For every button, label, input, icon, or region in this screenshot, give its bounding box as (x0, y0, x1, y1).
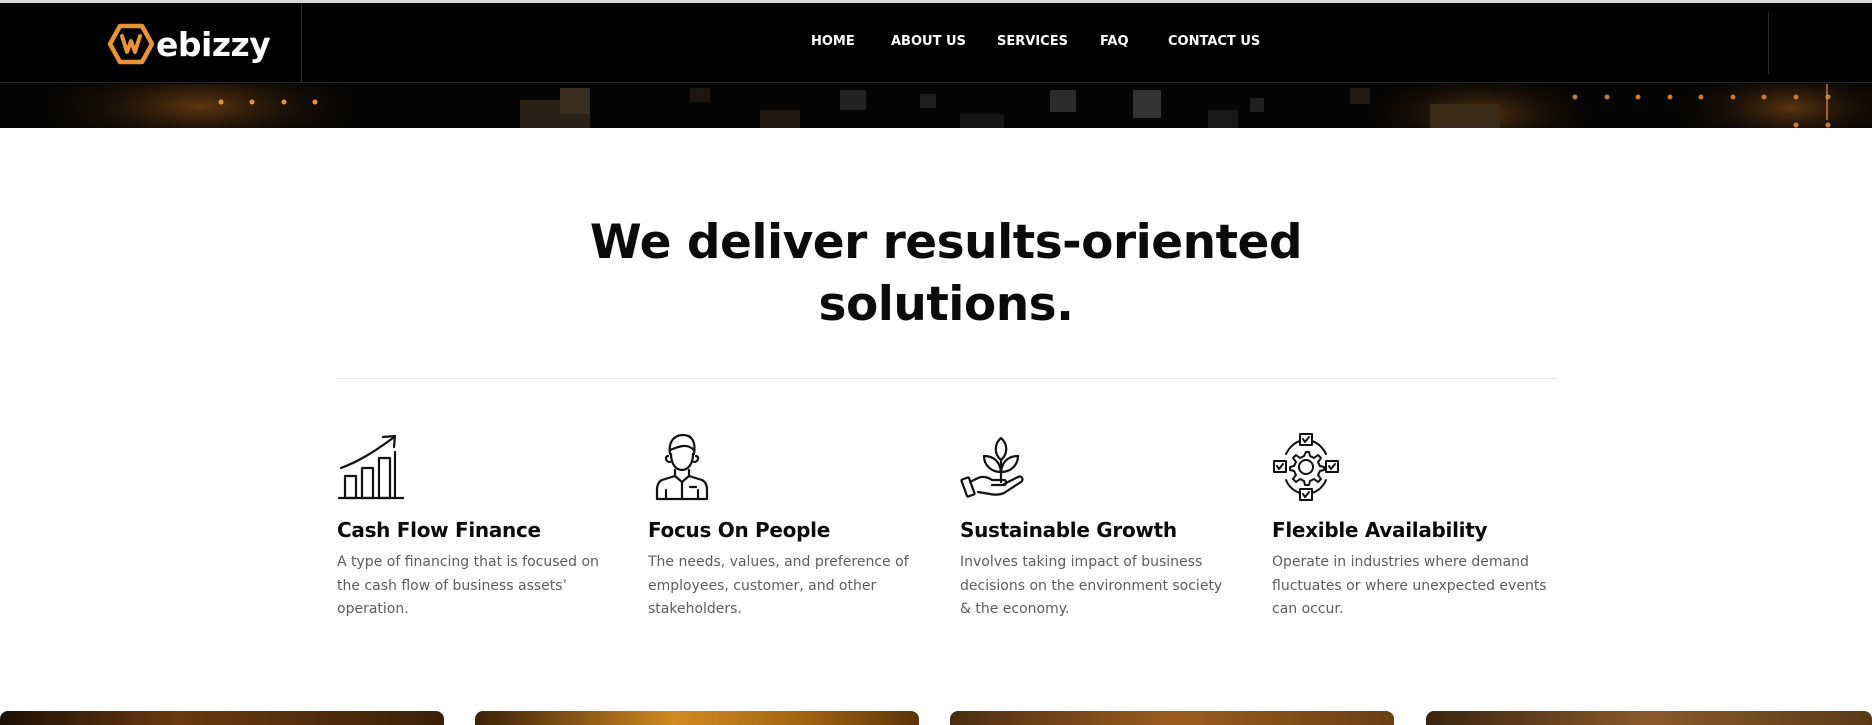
feature-cash-flow-finance: Cash Flow Finance A type of financing th… (337, 432, 612, 622)
service-card[interactable] (1426, 711, 1872, 725)
headline-line-1: We deliver results-oriented (589, 215, 1303, 270)
service-card[interactable] (950, 711, 1394, 725)
nav-about-us[interactable]: ABOUT US (891, 34, 966, 49)
logo-mark-icon (108, 23, 154, 65)
hero-banner-strip (0, 84, 1872, 128)
feature-description: The needs, values, and preference of emp… (648, 554, 909, 617)
gear-checklist-icon (1273, 433, 1339, 501)
brand-logo[interactable]: ebizzy (108, 23, 271, 65)
plant-in-hand-icon (960, 436, 1024, 498)
feature-title: Sustainable Growth (960, 518, 1177, 542)
headline-line-2: solutions. (818, 277, 1075, 332)
nav-home[interactable]: HOME (811, 34, 855, 49)
brand-name: ebizzy (156, 24, 271, 64)
feature-description: Involves taking impact of business decis… (960, 554, 1223, 617)
feature-title: Flexible Availability (1272, 518, 1488, 542)
hero-background-pattern (0, 84, 1872, 128)
nav-faq[interactable]: FAQ (1100, 34, 1129, 49)
navbar-divider (301, 3, 302, 83)
feature-title: Cash Flow Finance (337, 518, 541, 542)
service-card[interactable] (475, 711, 919, 725)
section-headline: We deliver results-oriented solutions. (0, 212, 1872, 336)
nav-contact-us[interactable]: CONTACT US (1168, 34, 1260, 49)
nav-services[interactable]: SERVICES (997, 34, 1068, 49)
feature-description: Operate in industries where demand fluct… (1272, 554, 1547, 617)
navbar-divider (1768, 12, 1769, 74)
site-header: ebizzy HOME ABOUT US SERVICES FAQ CONTAC… (0, 0, 1872, 128)
feature-description: A type of financing that is focused on t… (337, 554, 599, 617)
service-card[interactable] (0, 711, 444, 725)
growth-chart-icon (337, 434, 405, 500)
person-icon (655, 433, 709, 501)
feature-focus-on-people: Focus On People The needs, values, and p… (648, 432, 923, 622)
feature-flexible-availability: Flexible Availability Operate in industr… (1272, 432, 1547, 622)
feature-title: Focus On People (648, 518, 830, 542)
feature-sustainable-growth: Sustainable Growth Involves taking impac… (960, 432, 1235, 622)
section-divider (336, 378, 1557, 379)
